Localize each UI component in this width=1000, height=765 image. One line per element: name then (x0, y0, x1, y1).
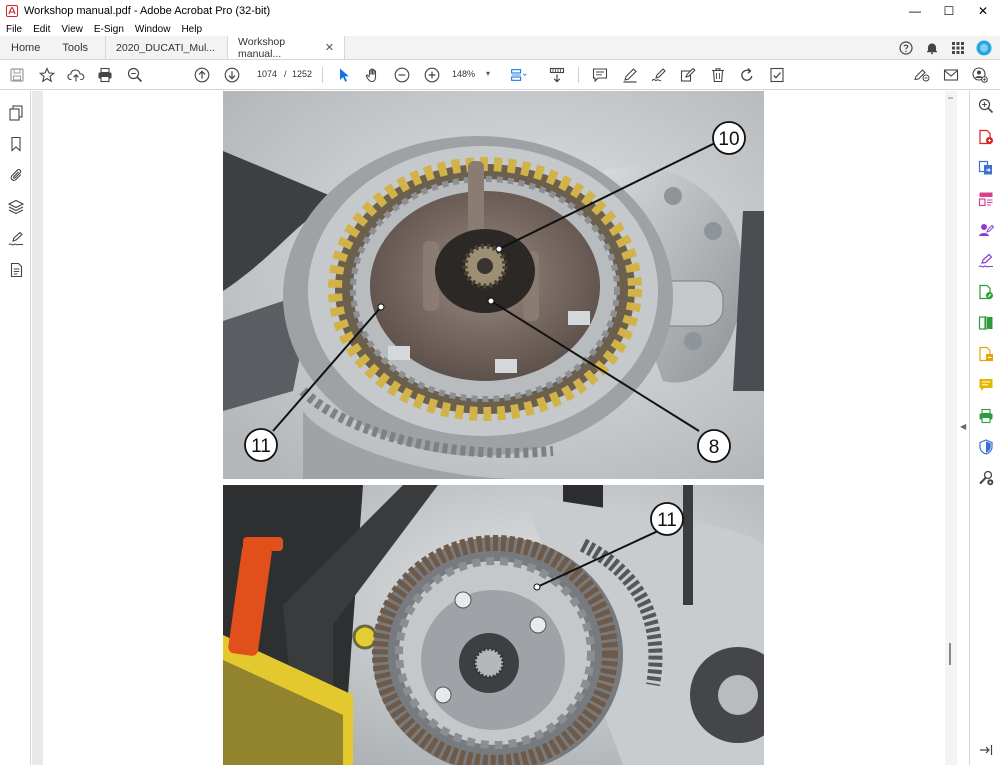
menu-bar: File Edit View E-Sign Window Help (0, 22, 1000, 36)
zoom-out-icon[interactable] (393, 66, 411, 84)
zoom-search-toolbar-icon[interactable] (126, 66, 144, 84)
select-cursor-icon[interactable] (335, 66, 353, 84)
rotate-icon[interactable] (738, 66, 756, 84)
compare-icon[interactable] (977, 314, 995, 332)
clutch-illustration-1: 10 11 8 (223, 91, 764, 479)
page-display-icon[interactable] (510, 66, 528, 84)
fill-sign-icon[interactable] (977, 252, 995, 270)
menu-edit[interactable]: Edit (33, 24, 50, 35)
tab-home[interactable]: Home (0, 36, 51, 59)
tab-document-ducati-label: 2020_DUCATI_Mul... (116, 41, 216, 54)
clutch-photo-top: 10 11 8 (223, 91, 764, 479)
maximize-button[interactable]: ☐ (932, 0, 966, 22)
tab-bar: Home Tools 2020_DUCATI_Mul... Workshop m… (0, 36, 1000, 60)
pages-icon[interactable] (7, 104, 25, 122)
callout-10-label: 10 (718, 129, 739, 150)
zoom-in-icon[interactable] (423, 66, 441, 84)
upload-cloud-icon[interactable] (67, 66, 85, 84)
minimize-button[interactable]: — (898, 0, 932, 22)
document-viewport[interactable]: 10 11 8 11 (32, 91, 957, 765)
request-signature-icon[interactable] (977, 221, 995, 239)
clutch-photo-bottom: 11 (223, 485, 764, 765)
callout-11-label: 11 (251, 436, 271, 457)
hand-tool-icon[interactable] (364, 66, 382, 84)
clutch-illustration-2: 11 (223, 485, 764, 765)
callout-11-bottom: 11 (650, 502, 684, 536)
print-icon[interactable] (96, 66, 114, 84)
callout-8-label: 8 (709, 437, 720, 458)
tab-document-workshop-label: Workshop manual... (238, 35, 286, 60)
callout-8: 8 (697, 429, 731, 463)
tab-tools[interactable]: Tools (51, 36, 99, 59)
notifications-bell-icon[interactable] (924, 40, 940, 56)
fill-sign-toolbar-icon[interactable] (650, 66, 668, 84)
toolbar-divider (578, 67, 579, 83)
menu-help[interactable]: Help (181, 24, 202, 35)
organize-pages-icon[interactable] (977, 190, 995, 208)
scroll-mode-icon[interactable] (548, 66, 566, 84)
acrobat-app-icon (6, 5, 18, 17)
menu-view[interactable]: View (61, 24, 83, 35)
delete-trash-icon[interactable] (709, 66, 727, 84)
menu-file[interactable]: File (6, 24, 22, 35)
bookmark-star-icon[interactable] (38, 66, 56, 84)
scrollbar-thumb[interactable] (948, 97, 953, 99)
checklist-icon[interactable] (768, 66, 786, 84)
callout-11: 11 (244, 428, 278, 462)
close-window-button[interactable]: ✕ (966, 0, 1000, 22)
save-icon[interactable] (8, 66, 26, 84)
comment-icon[interactable] (591, 66, 609, 84)
pdf-page: 10 11 8 11 (43, 91, 947, 765)
callout-11-bottom-label: 11 (657, 510, 677, 531)
create-pdf-icon[interactable] (977, 128, 995, 146)
left-navigation-rail (0, 91, 31, 765)
page-separator: / (284, 69, 287, 79)
share-link-icon[interactable] (913, 66, 931, 84)
apps-grid-icon[interactable] (950, 40, 966, 56)
panel-resize-grip[interactable] (949, 643, 951, 665)
more-tools-icon[interactable] (977, 469, 995, 487)
callout-10: 10 (712, 121, 746, 155)
highlight-pen-icon[interactable] (621, 66, 639, 84)
attachment-icon[interactable] (7, 166, 25, 184)
tools-rail (969, 91, 1000, 765)
combine-icon[interactable] (977, 345, 995, 363)
edit-pdf-icon[interactable] (977, 283, 995, 301)
zoom-dropdown-chevron-icon[interactable]: ▾ (486, 66, 490, 82)
tab-document-ducati[interactable]: 2020_DUCATI_Mul... (105, 36, 227, 59)
comment-icon[interactable] (977, 376, 995, 394)
zoom-search-icon[interactable] (977, 97, 995, 115)
close-tab-icon[interactable]: ✕ (325, 41, 334, 54)
page-number-input[interactable]: 1074 (255, 66, 279, 82)
email-icon[interactable] (942, 66, 960, 84)
export-pdf-icon[interactable] (977, 159, 995, 177)
document-icon[interactable] (7, 261, 25, 279)
title-bar: Workshop manual.pdf - Adobe Acrobat Pro … (0, 0, 1000, 22)
collapse-panel-icon[interactable] (977, 741, 995, 759)
window-title: Workshop manual.pdf - Adobe Acrobat Pro … (24, 5, 271, 17)
sign-icon[interactable] (7, 230, 25, 248)
menu-esign[interactable]: E-Sign (94, 24, 124, 35)
main-toolbar (0, 60, 1000, 90)
page-total: 1252 (292, 69, 313, 79)
protect-icon[interactable] (977, 438, 995, 456)
account-settings-icon[interactable] (971, 66, 989, 84)
previous-page-icon[interactable] (193, 66, 211, 84)
edit-text-icon[interactable] (679, 66, 697, 84)
right-panel-collapse-icon[interactable]: ◀ (960, 422, 966, 431)
print-production-icon[interactable] (977, 407, 995, 425)
toolbar-divider (322, 67, 323, 83)
next-page-icon[interactable] (223, 66, 241, 84)
layers-icon[interactable] (7, 198, 25, 216)
bookmark-icon[interactable] (7, 135, 25, 153)
menu-window[interactable]: Window (135, 24, 171, 35)
tab-document-workshop[interactable]: Workshop manual... ✕ (227, 35, 346, 60)
account-avatar-icon[interactable] (976, 40, 992, 56)
help-icon[interactable] (898, 40, 914, 56)
vertical-scrollbar[interactable] (945, 91, 957, 765)
